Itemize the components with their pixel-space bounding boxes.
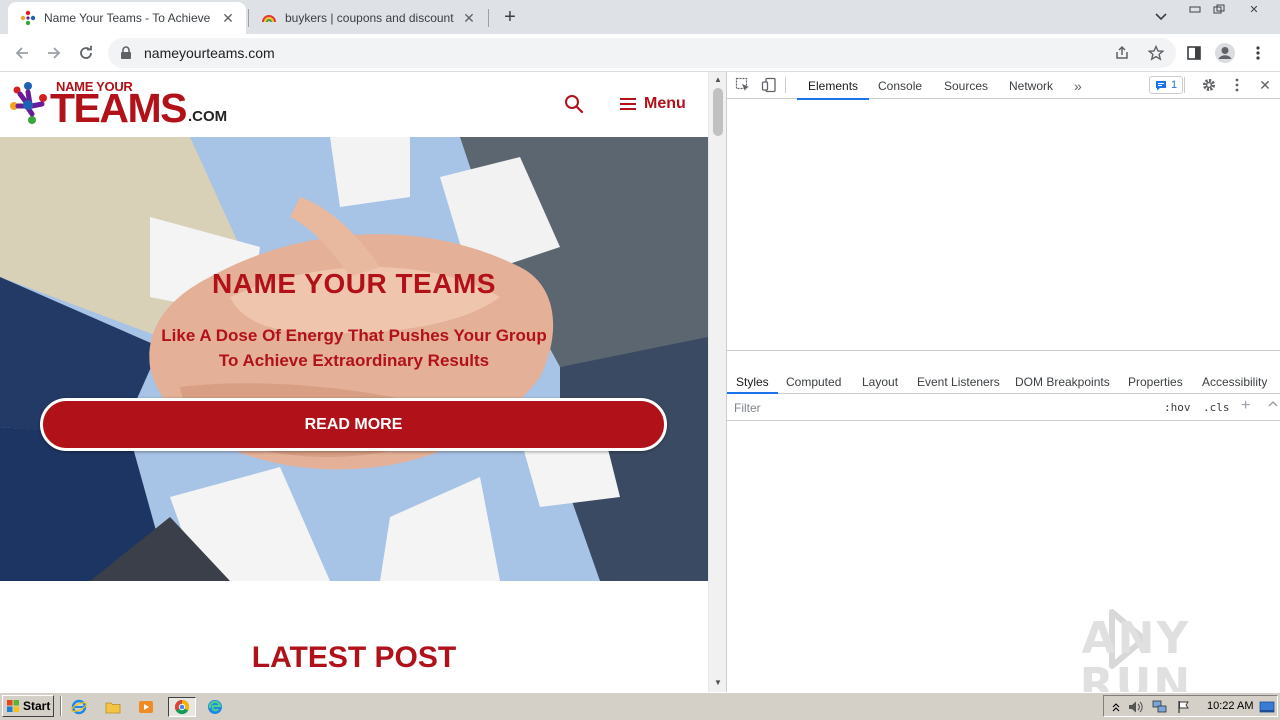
tab-search-chevron-down-icon[interactable] bbox=[1152, 8, 1170, 26]
styles-pane-scrollbar[interactable] bbox=[1265, 398, 1280, 692]
edge-browser-icon[interactable] bbox=[205, 697, 225, 717]
subtab-computed[interactable]: Computed bbox=[786, 370, 841, 393]
styles-subtab-bar: Styles Computed Layout Event Listeners D… bbox=[727, 370, 1280, 394]
taskbar-separator bbox=[60, 696, 62, 716]
tab-title: buykers | coupons and discount codes bbox=[285, 11, 455, 25]
bookmark-star-icon[interactable] bbox=[1144, 41, 1168, 65]
new-tab-plus-icon[interactable]: + bbox=[499, 6, 521, 28]
start-label: Start bbox=[23, 699, 51, 713]
browser-tab-buykers[interactable]: buykers | coupons and discount codes ✕ bbox=[249, 2, 487, 34]
site-menu-button[interactable]: Menu bbox=[620, 92, 686, 116]
device-toolbar-icon[interactable] bbox=[761, 77, 777, 93]
close-tab-icon[interactable]: ✕ bbox=[220, 10, 236, 26]
browser-toolbar: nameyourteams.com bbox=[0, 34, 1280, 72]
issues-badge[interactable]: 1 bbox=[1149, 76, 1184, 94]
styles-filter-bar: :hov .cls + bbox=[727, 395, 1280, 421]
taskbar-clock[interactable]: 10:22 AM bbox=[1207, 700, 1253, 712]
page-viewport: NAME YOUR TEAMS .COM Menu NAME YOUR TEAM… bbox=[0, 72, 708, 692]
action-center-flag-icon[interactable] bbox=[1176, 699, 1192, 715]
scroll-up-arrow-icon[interactable] bbox=[1265, 399, 1280, 409]
windows-flag-icon bbox=[6, 699, 20, 713]
back-arrow-icon[interactable] bbox=[10, 41, 34, 65]
inspect-element-icon[interactable] bbox=[735, 77, 751, 93]
subtab-layout[interactable]: Layout bbox=[862, 370, 898, 393]
network-computer-icon[interactable] bbox=[1152, 699, 1168, 715]
close-devtools-icon[interactable]: ✕ bbox=[1257, 77, 1273, 93]
hero-banner: NAME YOUR TEAMS Like A Dose Of Energy Th… bbox=[0, 137, 708, 581]
subtab-accessibility[interactable]: Accessibility bbox=[1202, 370, 1267, 393]
issues-message-icon bbox=[1156, 80, 1166, 90]
browser-tab-strip: Name Your Teams - To Achieve Extraordina… bbox=[0, 0, 1280, 34]
latest-post-heading: LATEST POST bbox=[251, 641, 457, 674]
hero-subtitle-line: To Achieve Extraordinary Results bbox=[218, 351, 490, 370]
elements-dom-tree[interactable] bbox=[727, 100, 1280, 350]
subtab-dom-breakpoints[interactable]: DOM Breakpoints bbox=[1015, 370, 1110, 393]
chrome-taskbar-icon[interactable] bbox=[168, 697, 196, 717]
site-header: NAME YOUR TEAMS .COM Menu bbox=[0, 72, 708, 137]
minimize-window-icon[interactable] bbox=[1184, 0, 1206, 18]
site-logo[interactable]: NAME YOUR TEAMS .COM bbox=[8, 79, 230, 131]
toolbar-separator bbox=[785, 77, 786, 93]
toolbar-separator bbox=[1184, 77, 1185, 93]
styles-filter-input[interactable] bbox=[730, 398, 1154, 417]
devtools-tab-sources[interactable]: Sources bbox=[944, 72, 988, 99]
show-desktop-icon[interactable] bbox=[1259, 699, 1275, 715]
devtools-tab-console[interactable]: Console bbox=[878, 72, 922, 99]
address-bar[interactable]: nameyourteams.com bbox=[108, 38, 1176, 68]
new-style-rule-plus-icon[interactable]: + bbox=[1241, 397, 1250, 415]
devtools-kebab-menu-icon[interactable] bbox=[1229, 77, 1245, 93]
close-window-icon[interactable]: ✕ bbox=[1236, 0, 1272, 18]
subtab-event-listeners[interactable]: Event Listeners bbox=[917, 370, 1000, 393]
cls-toggle[interactable]: .cls bbox=[1203, 401, 1230, 414]
hov-toggle[interactable]: :hov bbox=[1164, 401, 1191, 414]
show-hidden-icons-chevron-icon[interactable] bbox=[1108, 699, 1124, 715]
tab-title: Name Your Teams - To Achieve Extraordina… bbox=[44, 11, 214, 25]
devtools-tab-network[interactable]: Network bbox=[1009, 72, 1053, 99]
profile-avatar-icon[interactable] bbox=[1213, 41, 1237, 65]
read-more-button[interactable]: READ MORE bbox=[40, 398, 667, 451]
share-icon[interactable] bbox=[1110, 41, 1134, 65]
browser-tab-nameyourteams[interactable]: Name Your Teams - To Achieve Extraordina… bbox=[8, 2, 246, 34]
browser-menu-kebab-icon[interactable] bbox=[1246, 41, 1270, 65]
url-text: nameyourteams.com bbox=[144, 45, 275, 61]
reload-icon[interactable] bbox=[74, 41, 98, 65]
settings-gear-icon[interactable] bbox=[1201, 77, 1217, 93]
logo-suffix-text: .COM bbox=[188, 108, 228, 125]
forward-arrow-icon[interactable] bbox=[42, 41, 66, 65]
devtools-panel: Elements Console Sources Network » 1 ✕ S… bbox=[726, 72, 1280, 692]
hero-subtitle: Like A Dose Of Energy That Pushes Your G… bbox=[130, 323, 578, 373]
lock-icon[interactable] bbox=[120, 46, 134, 60]
tab-separator bbox=[488, 9, 489, 27]
close-tab-icon[interactable]: ✕ bbox=[461, 10, 477, 26]
anyrun-watermark-logo: ANY RUN bbox=[1038, 608, 1234, 708]
internet-explorer-icon[interactable] bbox=[69, 697, 89, 717]
logo-main-text: TEAMS bbox=[50, 85, 188, 131]
hero-title: NAME YOUR TEAMS bbox=[212, 268, 496, 299]
more-tabs-chevron-icon[interactable]: » bbox=[1074, 72, 1082, 99]
subtab-properties[interactable]: Properties bbox=[1128, 370, 1183, 393]
volume-speaker-icon[interactable] bbox=[1128, 699, 1144, 715]
windows-taskbar: Start 10:22 AM bbox=[0, 692, 1280, 720]
restore-window-icon[interactable] bbox=[1208, 0, 1230, 18]
file-explorer-folder-icon[interactable] bbox=[103, 697, 123, 717]
scroll-up-arrow-icon[interactable]: ▲ bbox=[713, 75, 723, 85]
start-button[interactable]: Start bbox=[2, 695, 54, 717]
scrollbar-thumb[interactable] bbox=[713, 88, 723, 136]
buykers-favicon-icon bbox=[261, 10, 277, 26]
site-search-icon[interactable] bbox=[564, 94, 584, 114]
hero-subtitle-line: Like A Dose Of Energy That Pushes Your G… bbox=[161, 326, 547, 345]
devtools-tab-elements[interactable]: Elements bbox=[796, 72, 870, 100]
devtools-toolbar: Elements Console Sources Network » 1 ✕ bbox=[727, 72, 1280, 100]
side-panel-icon[interactable] bbox=[1182, 41, 1206, 65]
nameyourteams-favicon-icon bbox=[20, 10, 36, 26]
panel-splitter[interactable] bbox=[727, 350, 1280, 351]
issues-count: 1 bbox=[1171, 79, 1178, 91]
system-tray: 10:22 AM bbox=[1103, 695, 1278, 717]
hamburger-icon bbox=[620, 98, 636, 110]
menu-label: Menu bbox=[644, 95, 686, 112]
subtab-styles[interactable]: Styles bbox=[727, 370, 778, 394]
scroll-down-arrow-icon[interactable]: ▼ bbox=[713, 678, 723, 688]
page-vertical-scrollbar[interactable]: ▲ ▼ bbox=[708, 72, 726, 692]
media-player-icon[interactable] bbox=[136, 697, 156, 717]
